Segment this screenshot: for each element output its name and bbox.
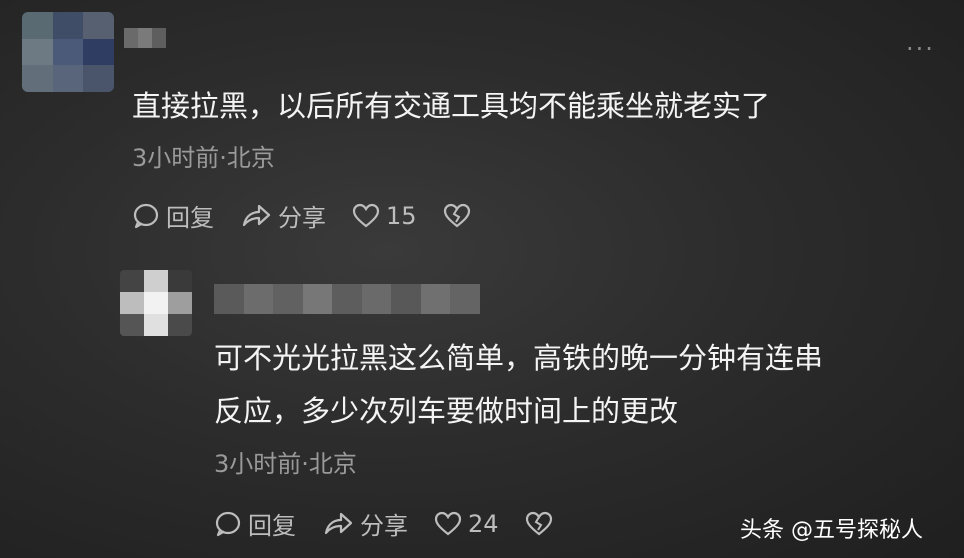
reply-label: 回复 (166, 204, 214, 232)
avatar[interactable] (120, 270, 192, 336)
reply-label: 回复 (248, 512, 296, 540)
comment-text-continued: 反应，多少次列车要做时间上的更改 (214, 394, 679, 428)
like-button[interactable]: 15 (352, 202, 417, 230)
like-icon (352, 203, 380, 227)
more-icon[interactable]: ··· (906, 37, 935, 61)
username-blurred[interactable] (124, 28, 166, 48)
like-count: 24 (468, 509, 499, 538)
comment-text: 直接拉黑，以后所有交通工具均不能乘坐就老实了 (132, 89, 771, 123)
comment-meta: 3小时前·北京 (132, 144, 275, 172)
dislike-icon (525, 511, 552, 535)
reply-icon (133, 203, 159, 228)
comment-actions: 回复 分享 24 (214, 506, 585, 541)
comment-actions: 回复 分享 15 (132, 198, 503, 233)
share-icon (242, 204, 271, 226)
like-icon (434, 511, 462, 535)
share-label: 分享 (360, 512, 408, 540)
reply-icon (215, 511, 241, 536)
share-button[interactable]: 分享 (322, 506, 408, 541)
avatar[interactable] (22, 12, 114, 92)
reply-button[interactable]: 回复 (132, 198, 214, 233)
reply-button[interactable]: 回复 (214, 506, 296, 541)
share-icon (324, 512, 353, 534)
share-label: 分享 (278, 204, 326, 232)
share-button[interactable]: 分享 (240, 198, 326, 233)
comment-text: 可不光光拉黑这么简单，高铁的晚一分钟有连串 (214, 341, 824, 375)
comment-meta: 3小时前·北京 (214, 450, 357, 478)
like-button[interactable]: 24 (434, 510, 499, 538)
dislike-icon (443, 203, 470, 227)
like-count: 15 (386, 201, 417, 230)
watermark: 头条 @五号探秘人 (740, 518, 923, 543)
dislike-button[interactable] (525, 511, 559, 537)
username-blurred[interactable] (214, 284, 480, 314)
dislike-button[interactable] (443, 203, 477, 229)
